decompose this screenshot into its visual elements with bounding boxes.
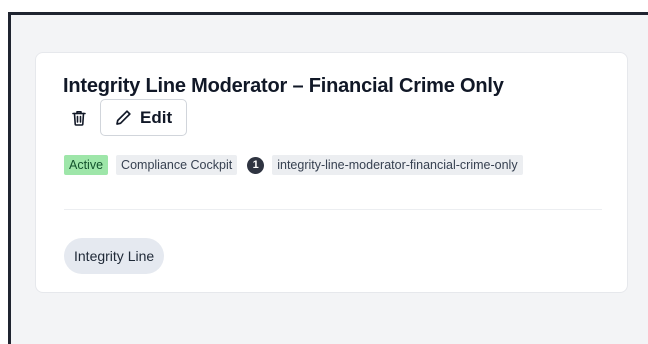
- delete-button[interactable]: [64, 103, 94, 133]
- trash-icon: [72, 110, 86, 126]
- edit-button[interactable]: Edit: [100, 99, 188, 136]
- pencil-icon: [116, 110, 131, 125]
- divider: [64, 209, 602, 210]
- category-badge: Compliance Cockpit: [116, 155, 238, 175]
- tag-chip[interactable]: Integrity Line: [64, 238, 165, 274]
- count-badge: 1: [247, 156, 265, 174]
- app-frame: Integrity Line Moderator – Financial Cri…: [8, 12, 648, 344]
- card-actions: Edit: [64, 99, 188, 136]
- status-badge: Active: [64, 155, 109, 175]
- role-title: Integrity Line Moderator – Financial Cri…: [63, 75, 504, 97]
- role-card: Integrity Line Moderator – Financial Cri…: [35, 52, 628, 293]
- badge-row: Active Compliance Cockpit 1 integrity-li…: [64, 155, 523, 175]
- edit-button-label: Edit: [140, 107, 173, 127]
- slug-badge: integrity-line-moderator-financial-crime…: [272, 155, 523, 175]
